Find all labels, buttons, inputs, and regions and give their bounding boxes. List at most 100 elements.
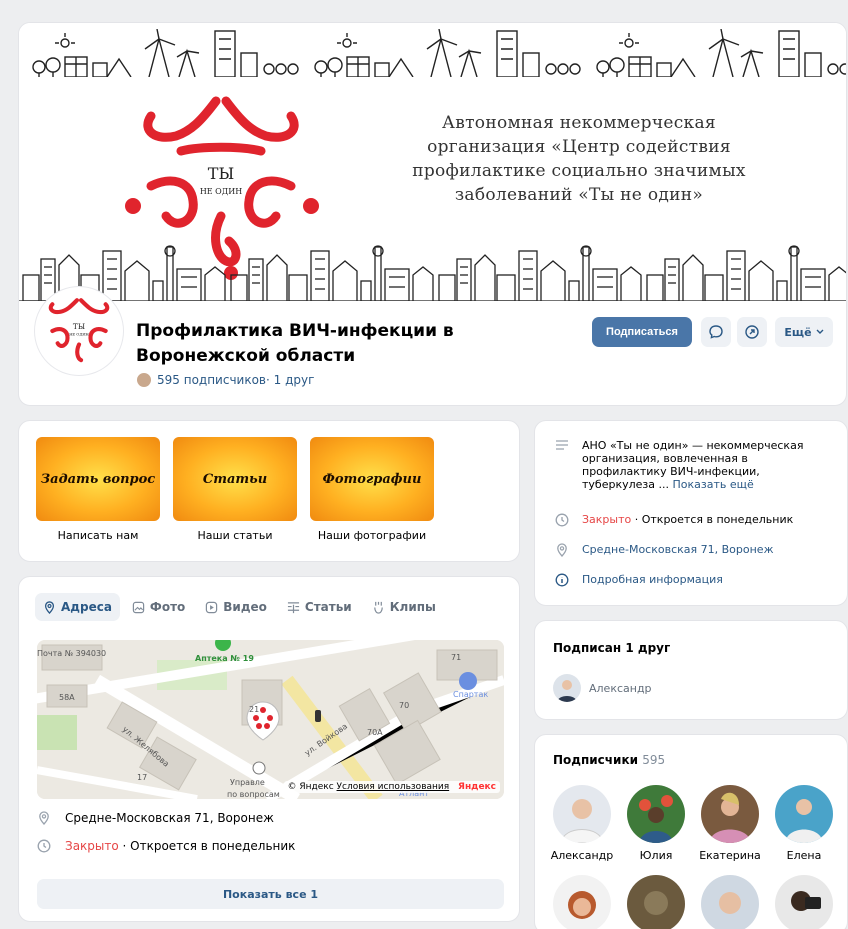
quick-link-caption: Наши статьи (197, 529, 273, 542)
logo-text-sub: НЕ ОДИН (200, 187, 242, 196)
address-row[interactable]: Средне-Московская 71, Воронеж (37, 811, 274, 825)
pin-icon (44, 600, 55, 614)
map-attribution: © Яндекс Условия использования Яндекс (283, 781, 500, 793)
tab-label: Адреса (61, 600, 112, 614)
subscriber-item[interactable]: Елена (765, 785, 843, 862)
share-icon (745, 325, 759, 339)
quick-link-tile[interactable]: Фотографии (310, 437, 434, 521)
tab-label: Фото (149, 600, 186, 614)
subscriber-avatar[interactable] (775, 875, 833, 929)
map-canvas[interactable]: Почта № 394030 Аптека № 19 Спартак 71 58… (37, 640, 504, 799)
address-row[interactable]: Средне-Московская 71, Воронеж (555, 543, 774, 557)
tab-clips[interactable]: Клипы (364, 593, 444, 621)
friend-mini-avatar (136, 372, 152, 388)
map-label: Почта № 394030 (37, 649, 106, 658)
map-label: 58А (59, 693, 75, 702)
hours-row[interactable]: Закрыто · Откроется в понедельник (555, 513, 793, 527)
map-copyright: © Яндекс (287, 782, 334, 792)
pin-icon (557, 543, 567, 557)
media-tabs: Адреса Фото Видео Статьи Клипы (35, 593, 444, 621)
cover-title-line: заболеваний «Ты не один» (454, 185, 704, 205)
play-icon (206, 601, 218, 613)
quick-link-photos[interactable]: Фотографии Наши фотографии (310, 437, 434, 542)
group-avatar[interactable]: ТЫ НЕ ОДИН (35, 287, 123, 375)
closed-status: Закрыто (582, 513, 632, 526)
svg-text:ТЫ: ТЫ (73, 322, 85, 331)
subscribers-summary[interactable]: 595 подписчиков · 1 друг (136, 372, 314, 388)
details-link[interactable]: Подробная информация (582, 573, 723, 587)
subscriber-item[interactable]: Юлия (617, 785, 695, 862)
subscriber-avatar[interactable] (627, 875, 685, 929)
tab-label: Видео (223, 600, 267, 614)
tab-video[interactable]: Видео (197, 593, 275, 621)
info-icon (555, 573, 569, 587)
friend-avatar[interactable] (553, 674, 581, 702)
subscriber-name: Елена (786, 849, 822, 862)
quick-link-articles[interactable]: Статьи Наши статьи (173, 437, 297, 542)
hours-row[interactable]: Закрыто · Откроется в понедельник (37, 839, 295, 853)
subscribers-title[interactable]: Подписчики 595 (553, 753, 665, 767)
quick-links: Задать вопрос Написать нам Статьи Наши с… (18, 420, 520, 562)
friends-title[interactable]: Подписан 1 друг (553, 641, 670, 655)
details-row[interactable]: Подробная информация (555, 573, 723, 587)
subscriber-name: Александр (550, 849, 614, 862)
friend-item[interactable]: Александр (553, 674, 652, 702)
tab-articles[interactable]: Статьи (279, 593, 360, 621)
show-all-button[interactable]: Показать все 1 (37, 879, 504, 909)
more-label: Ещё (784, 325, 812, 339)
subscriber-avatar[interactable] (701, 875, 759, 929)
clock-icon (37, 839, 51, 853)
quick-link-ask[interactable]: Задать вопрос Написать нам (36, 437, 160, 542)
subscribers-title-count: 595 (642, 753, 666, 767)
article-icon (287, 601, 299, 613)
subscriber-avatar[interactable] (701, 785, 759, 843)
show-more-link[interactable]: Показать ещё (672, 478, 753, 491)
map-label: 21 (249, 705, 259, 714)
map-label: 71 (451, 653, 461, 662)
tab-addresses[interactable]: Адреса (35, 593, 120, 621)
subscriber-avatar[interactable] (775, 785, 833, 843)
subscriber-item[interactable] (691, 875, 769, 929)
subscriber-avatar[interactable] (627, 785, 685, 843)
subscriber-item[interactable]: Екатерина (691, 785, 769, 862)
map-label: Спартак (453, 690, 488, 699)
tab-photos[interactable]: Фото (124, 593, 193, 621)
subscribers-count[interactable]: 595 подписчиков (157, 373, 266, 387)
subscribers-title-text: Подписчики (553, 753, 638, 767)
subscriber-item[interactable] (617, 875, 695, 929)
tab-label: Статьи (304, 600, 352, 614)
cover-image: ТЫ НЕ ОДИН Автономная некоммерческая орг… (19, 23, 846, 303)
cover-bottom-decoration (19, 245, 846, 301)
map-terms-link[interactable]: Условия использования (337, 782, 450, 792)
cover-title-line: Автономная некоммерческая (442, 113, 716, 133)
more-button[interactable]: Ещё (775, 317, 833, 347)
subscriber-name: Юлия (639, 849, 673, 862)
share-button[interactable] (737, 317, 767, 347)
closed-status: Закрыто (65, 839, 119, 853)
quick-link-tile[interactable]: Статьи (173, 437, 297, 521)
subscriber-avatar[interactable] (553, 785, 611, 843)
map-brand[interactable]: Яндекс (458, 782, 496, 792)
friends-card: Подписан 1 друг Александр (534, 620, 848, 720)
subscriber-item[interactable] (543, 875, 621, 929)
friend-name[interactable]: Александр (589, 682, 652, 695)
group-header: ТЫ НЕ ОДИН Автономная некоммерческая орг… (18, 22, 847, 406)
friends-count[interactable]: · 1 друг (266, 373, 314, 387)
subscriber-item[interactable]: Александр (543, 785, 621, 862)
address-link[interactable]: Средне-Московская 71, Воронеж (582, 543, 774, 557)
subscriber-avatar[interactable] (553, 875, 611, 929)
map-label: по вопросам (227, 790, 280, 799)
message-button[interactable] (701, 317, 731, 347)
address-text: Средне-Московская 71, Воронеж (65, 811, 274, 825)
quick-link-tile[interactable]: Задать вопрос (36, 437, 160, 521)
about-card: АНО «Ты не один» — некоммерческая органи… (534, 420, 848, 606)
media-section: Адреса Фото Видео Статьи Клипы Почта № 3… (18, 576, 520, 922)
opens-text: · Откроется в понедельник (118, 839, 296, 853)
subscriber-item[interactable] (765, 875, 843, 929)
subscribe-button[interactable]: Подписаться (592, 317, 692, 347)
cover-title-line: профилактике социально значимых (412, 161, 746, 181)
quick-link-caption: Написать нам (57, 529, 139, 542)
subscriber-name: Екатерина (699, 849, 761, 862)
svg-text:НЕ ОДИН: НЕ ОДИН (69, 333, 89, 337)
map[interactable]: Почта № 394030 Аптека № 19 Спартак 71 58… (37, 640, 504, 799)
